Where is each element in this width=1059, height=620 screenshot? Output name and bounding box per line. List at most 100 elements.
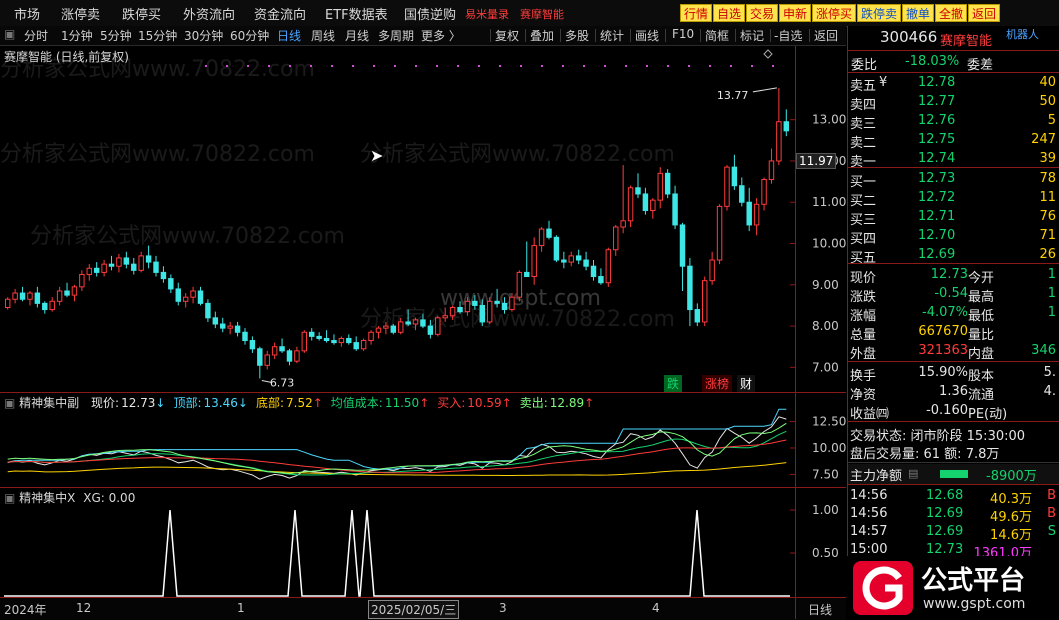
- tool-remove-watchlist[interactable]: -自选: [774, 27, 802, 44]
- candle[interactable]: [257, 346, 263, 379]
- menu-limit-down-buy[interactable]: 跌停买: [122, 4, 161, 23]
- candle[interactable]: [568, 251, 574, 267]
- candle[interactable]: [768, 148, 775, 184]
- ask-row[interactable]: 卖二 12.75 247: [848, 131, 1059, 151]
- candle[interactable]: [761, 177, 767, 211]
- candle[interactable]: [138, 251, 144, 273]
- period-tab[interactable]: 更多 〉: [421, 27, 461, 44]
- candle[interactable]: [553, 235, 560, 263]
- period-tab[interactable]: 周线: [311, 27, 335, 44]
- candle[interactable]: [509, 293, 515, 312]
- candle[interactable]: [709, 251, 715, 285]
- indicator-menu-icon[interactable]: ▣: [4, 396, 15, 410]
- panel-menu-icon[interactable]: ▣: [4, 27, 15, 41]
- candle[interactable]: [346, 334, 352, 345]
- candle[interactable]: [79, 270, 85, 291]
- candle[interactable]: [375, 326, 382, 339]
- tool-overlay[interactable]: 叠加: [530, 27, 554, 44]
- candle[interactable]: [449, 305, 456, 320]
- candle[interactable]: [190, 286, 196, 304]
- candle[interactable]: [279, 338, 285, 353]
- candle[interactable]: [116, 253, 122, 273]
- candle[interactable]: [49, 297, 55, 312]
- candle[interactable]: [442, 307, 448, 322]
- tool-simple-frame[interactable]: 简框: [705, 27, 729, 44]
- ask-row[interactable]: 卖三 12.76 5: [848, 112, 1059, 132]
- candle[interactable]: [271, 342, 278, 360]
- candle[interactable]: [249, 336, 256, 353]
- candle[interactable]: [368, 330, 374, 345]
- watchlist-button[interactable]: 自选: [713, 4, 746, 22]
- ask-row[interactable]: 卖四 12.77 50: [848, 93, 1059, 113]
- candle[interactable]: [516, 270, 523, 302]
- bid-row[interactable]: 买二 12.72 11: [848, 189, 1059, 209]
- candle[interactable]: [153, 255, 159, 277]
- candle[interactable]: [227, 321, 233, 335]
- candle[interactable]: [412, 317, 419, 331]
- candle[interactable]: [486, 297, 493, 325]
- period-tab[interactable]: 日线: [277, 27, 301, 44]
- candle[interactable]: [672, 185, 678, 230]
- bid-row[interactable]: 买四 12.70 71: [848, 227, 1059, 247]
- candle[interactable]: [479, 299, 485, 327]
- bid-row[interactable]: 买五 12.69 26: [848, 246, 1059, 266]
- candlestick-chart-panel[interactable]: 赛摩智能 (日线,前复权) 分析家公式网www.70822.com 分析家公式网…: [0, 46, 846, 392]
- tool-stats[interactable]: 统计: [600, 27, 624, 44]
- quotes-button[interactable]: 行情: [680, 4, 713, 22]
- candle[interactable]: [538, 227, 545, 252]
- candle[interactable]: [642, 187, 649, 215]
- bid-row[interactable]: 买三 12.71 76: [848, 208, 1059, 228]
- tool-draw-line[interactable]: 画线: [635, 27, 659, 44]
- menu-red-link-2[interactable]: 赛摩智能: [520, 6, 564, 22]
- period-tab[interactable]: 60分钟: [230, 27, 269, 44]
- candle[interactable]: [212, 311, 219, 329]
- menu-capital-flow[interactable]: 资金流向: [254, 4, 306, 23]
- candle[interactable]: [694, 303, 701, 327]
- candle[interactable]: [123, 251, 130, 269]
- candle[interactable]: [331, 334, 337, 345]
- trade-button[interactable]: 交易: [746, 4, 779, 22]
- candle[interactable]: [464, 297, 471, 316]
- candle[interactable]: [546, 220, 552, 240]
- candle[interactable]: [42, 301, 48, 314]
- limit-up-buy-button[interactable]: 涨停买: [812, 4, 857, 22]
- candle[interactable]: [575, 249, 582, 265]
- candle[interactable]: [724, 165, 730, 211]
- bid-row[interactable]: 买一 12.73 78: [848, 170, 1059, 190]
- candle[interactable]: [650, 198, 656, 219]
- candle[interactable]: [397, 317, 404, 335]
- period-tab[interactable]: 多周期: [378, 27, 414, 44]
- cancel-order-button[interactable]: 撤单: [902, 4, 935, 22]
- candle[interactable]: [427, 319, 434, 339]
- candle[interactable]: [71, 284, 78, 302]
- candle[interactable]: [168, 274, 174, 294]
- candle[interactable]: [524, 241, 530, 278]
- candle[interactable]: [457, 301, 463, 314]
- candle[interactable]: [605, 247, 612, 287]
- badge-limit-list[interactable]: 涨榜: [702, 375, 733, 392]
- diamond-icon[interactable]: [763, 49, 773, 59]
- candle[interactable]: [12, 288, 18, 304]
- candle[interactable]: [197, 286, 204, 306]
- ask-row[interactable]: 卖一 12.74 39: [848, 150, 1059, 170]
- stock-tag[interactable]: 机器人: [1006, 26, 1039, 42]
- limit-down-sell-button[interactable]: 跌停卖: [857, 4, 902, 22]
- candle[interactable]: [175, 282, 181, 306]
- period-tab[interactable]: 月线: [345, 27, 369, 44]
- candle[interactable]: [86, 264, 92, 281]
- time-axis[interactable]: 2024年 12 1 2025/02/05/三 3 4 日线: [0, 597, 846, 620]
- candle[interactable]: [435, 315, 441, 337]
- candle[interactable]: [93, 262, 100, 277]
- badge-finance[interactable]: 财: [737, 375, 756, 392]
- candle[interactable]: [776, 87, 782, 166]
- candle[interactable]: [620, 165, 626, 234]
- candle[interactable]: [472, 295, 478, 310]
- candle[interactable]: [383, 321, 389, 335]
- candle[interactable]: [234, 321, 241, 337]
- tool-adjust[interactable]: 复权: [495, 27, 519, 44]
- candle[interactable]: [145, 245, 152, 269]
- candle[interactable]: [160, 266, 167, 283]
- candle[interactable]: [627, 185, 634, 227]
- candle[interactable]: [264, 350, 270, 370]
- period-tab[interactable]: 30分钟: [184, 27, 223, 44]
